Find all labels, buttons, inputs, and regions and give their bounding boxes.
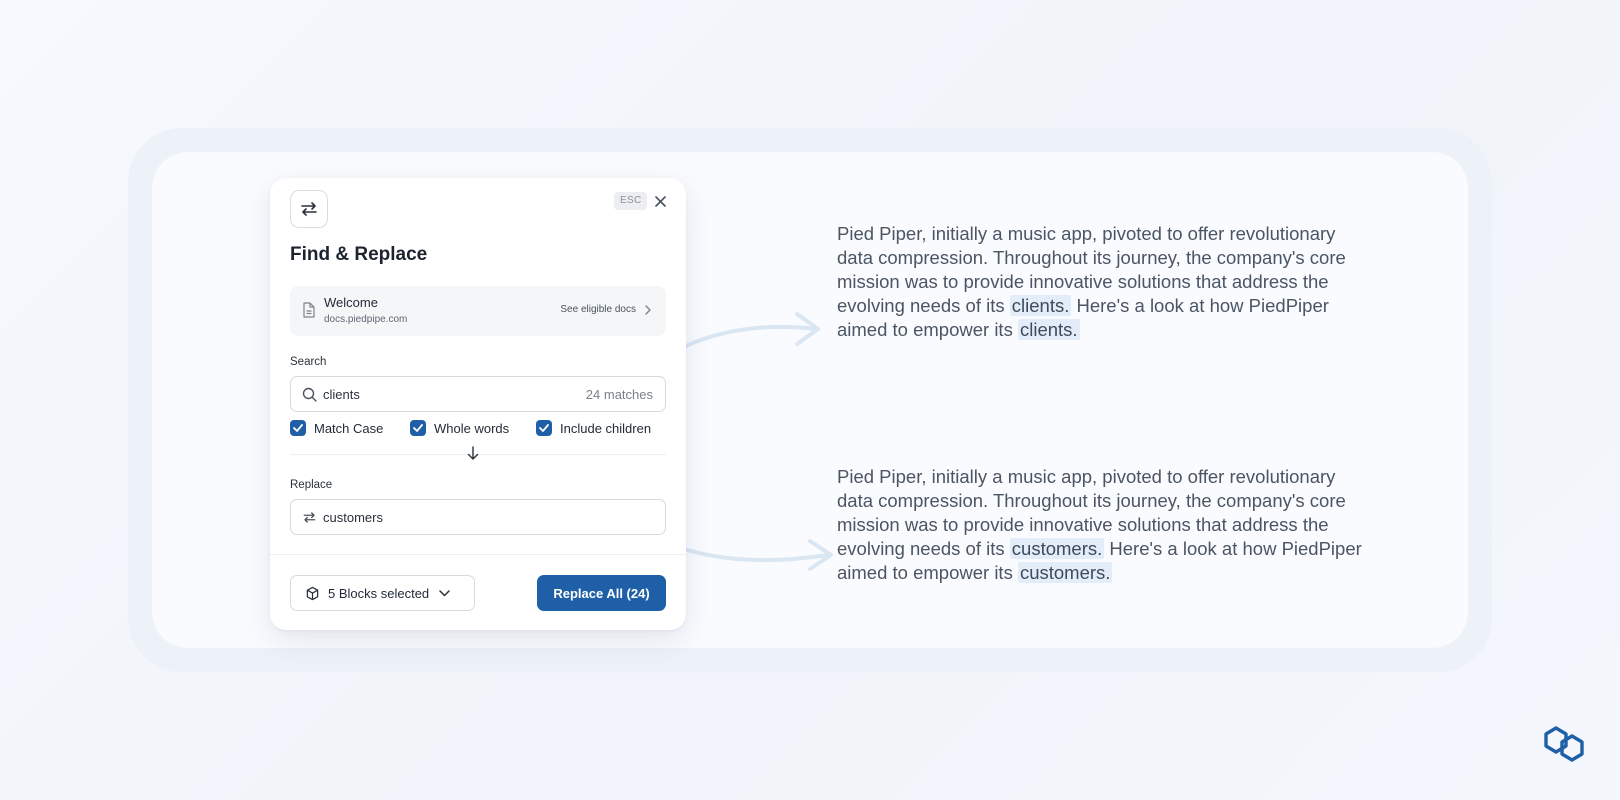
esc-badge: ESC — [614, 192, 648, 210]
chevron-right-icon — [645, 305, 651, 315]
match-case-label: Match Case — [314, 420, 384, 436]
blocks-selected-dropdown[interactable]: 5 Blocks selected — [290, 575, 475, 611]
match-count: 24 matches — [585, 387, 653, 402]
checkmark-icon — [293, 424, 303, 432]
after-highlight-term: customers. — [1017, 562, 1113, 583]
arrow-down-icon — [467, 446, 479, 460]
document-url: docs.piedpipe.com — [324, 314, 408, 325]
whole-words-label: Whole words — [434, 420, 510, 436]
cube-icon — [306, 586, 319, 600]
before-highlight-term: clients. — [1017, 319, 1080, 340]
include-children-label: Include children — [560, 420, 652, 436]
replace-all-button[interactable]: Replace All (24) — [537, 575, 666, 611]
preview-before-paragraph: Pied Piper, initially a music app, pivot… — [837, 222, 1367, 342]
search-icon — [302, 387, 317, 402]
brand-logo-icon — [1544, 726, 1584, 762]
checkbox-checked[interactable] — [290, 420, 306, 436]
include-children-checkbox[interactable]: Include children — [536, 420, 651, 436]
blocks-selected-label: 5 Blocks selected — [328, 585, 430, 601]
chevron-down-icon — [439, 589, 450, 596]
close-icon — [654, 195, 666, 207]
document-selector[interactable]: Welcome docs.piedpipe.com See eligible d… — [290, 286, 666, 336]
search-label: Search — [290, 356, 327, 368]
see-eligible-docs-link[interactable]: See eligible docs — [560, 304, 636, 315]
dialog-title: Find & Replace — [290, 244, 428, 265]
dialog-header-icon-box — [290, 190, 328, 228]
before-highlight-term: clients. — [1009, 295, 1072, 316]
replace-arrows-icon — [301, 202, 317, 216]
preview-after-paragraph: Pied Piper, initially a music app, pivot… — [837, 465, 1367, 585]
checkbox-checked[interactable] — [536, 420, 552, 436]
replace-label: Replace — [290, 479, 333, 491]
replace-input[interactable] — [323, 510, 563, 525]
checkmark-icon — [539, 424, 549, 432]
search-input[interactable] — [323, 387, 563, 402]
after-highlight-term: customers. — [1009, 538, 1105, 559]
document-icon — [303, 302, 315, 318]
checkbox-checked[interactable] — [410, 420, 426, 436]
whole-words-checkbox[interactable]: Whole words — [410, 420, 509, 436]
match-case-checkbox[interactable]: Match Case — [290, 420, 383, 436]
find-replace-dialog: ESC Find & Replace Welcome docs.piedpipe… — [270, 178, 686, 630]
checkmark-icon — [413, 424, 423, 432]
close-button[interactable] — [651, 192, 669, 210]
replace-arrows-icon — [303, 512, 316, 523]
replace-field[interactable] — [290, 499, 666, 535]
footer-divider — [270, 554, 686, 555]
document-name: Welcome — [324, 295, 378, 310]
search-field[interactable]: 24 matches — [290, 376, 666, 412]
